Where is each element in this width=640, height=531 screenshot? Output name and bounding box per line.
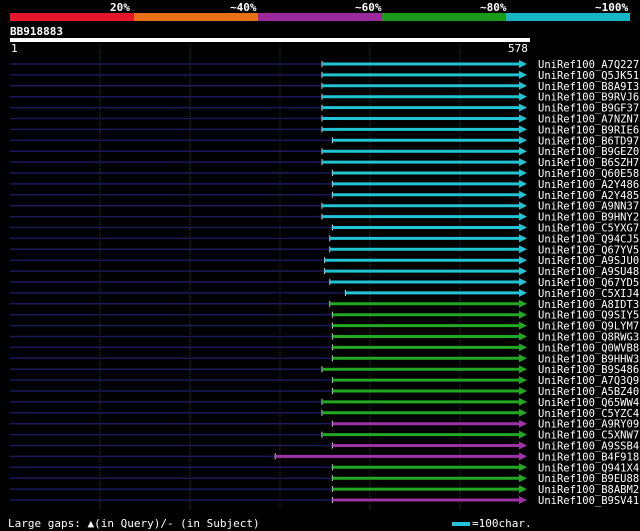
hit-arrow [519, 387, 527, 395]
hit-arrow [519, 223, 527, 232]
hit-arrow [519, 125, 527, 134]
hit-arrow [519, 267, 527, 276]
hit-arrow [519, 256, 527, 265]
hit-arrow [519, 234, 527, 243]
hit-arrow [519, 408, 527, 417]
hit-arrow [519, 288, 527, 297]
hit-arrow [519, 474, 527, 483]
hit-arrow [519, 190, 527, 199]
scale-bar [452, 522, 470, 526]
hit-arrow [519, 60, 527, 68]
hit-arrow [519, 212, 527, 221]
gaps-legend: Large gaps: ▲(in Query)/- (in Subject) [8, 517, 260, 530]
hit-arrow [519, 147, 527, 156]
hit-arrow [519, 310, 527, 319]
hit-arrow [519, 452, 527, 461]
hit-arrow [519, 419, 527, 428]
hit-arrow [519, 103, 527, 112]
hit-arrow [519, 365, 527, 374]
hit-arrow [519, 485, 527, 494]
hit-label: UniRef100_B9SV41 [538, 495, 639, 507]
hit-arrow [519, 81, 527, 90]
hit-arrow [519, 179, 527, 188]
hit-arrow [519, 397, 527, 406]
hit-arrow [519, 332, 527, 341]
hit-arrow [519, 169, 527, 177]
hit-arrow [519, 321, 527, 330]
hit-arrow [519, 430, 527, 439]
hit-arrow [519, 92, 527, 101]
hit-arrow [519, 463, 527, 472]
hit-arrow [519, 354, 527, 363]
hit-arrow [519, 278, 527, 286]
hit-arrow [519, 343, 527, 352]
hit-arrow [519, 376, 527, 385]
scale-label: =100char. [472, 517, 532, 530]
hit-arrow [519, 114, 527, 123]
hit-arrow [519, 299, 527, 308]
hit-arrow [519, 158, 527, 167]
hit-arrow [519, 70, 527, 79]
hit-arrow [519, 496, 527, 504]
hit-arrow [519, 245, 527, 254]
hit-arrow [519, 441, 527, 450]
hit-arrow [519, 201, 527, 210]
hit-arrow [519, 136, 527, 145]
alignment-plot: UniRef100_A7Q227UniRef100_Q5JK51UniRef10… [10, 44, 639, 510]
